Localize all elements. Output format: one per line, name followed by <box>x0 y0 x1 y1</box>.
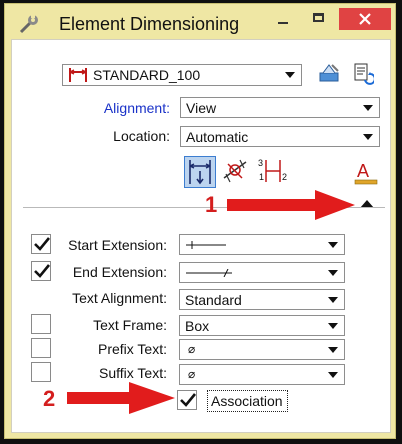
style-select-value: STANDARD_100 <box>93 67 201 83</box>
chevron-down-icon <box>363 134 373 140</box>
minimize-button[interactable] <box>267 8 299 30</box>
chevron-down-icon <box>328 347 338 353</box>
start-extension-label: Start Extension: <box>68 237 167 253</box>
prefix-text-value: ⌀ <box>188 342 196 356</box>
text-frame-value: Box <box>185 318 210 334</box>
svg-text:2: 2 <box>282 172 287 182</box>
association-checkbox[interactable] <box>177 390 197 410</box>
no-dimension-icon <box>223 159 247 183</box>
chevron-down-icon <box>363 105 373 111</box>
text-alignment-value: Standard <box>185 292 242 308</box>
location-label: Location: <box>52 128 170 144</box>
alignment-label: Alignment: <box>52 100 170 116</box>
text-alignment-label: Text Alignment: <box>72 290 167 306</box>
text-frame-label: Text Frame: <box>93 317 167 333</box>
svg-text:A: A <box>357 161 369 181</box>
extension-line-icon <box>186 241 226 249</box>
svg-text:1: 1 <box>259 172 264 182</box>
alignment-label-text: Alignment: <box>103 100 170 116</box>
chevron-down-icon <box>328 323 338 329</box>
close-button[interactable] <box>339 8 391 30</box>
end-extension-select[interactable] <box>179 262 345 283</box>
prefix-text-select[interactable]: ⌀ <box>179 339 345 360</box>
chevron-down-icon <box>285 72 295 78</box>
svg-text:3: 3 <box>258 158 263 168</box>
dimension-style-icon <box>69 68 87 82</box>
match-dimension-icon[interactable] <box>352 62 374 86</box>
annotation-arrow-2 <box>67 382 175 414</box>
dialog-window: Element Dimensioning STANDARD_100 Alignm… <box>4 3 396 439</box>
app-settings-icon <box>19 15 38 34</box>
extension-line-icon <box>186 269 232 277</box>
association-label[interactable]: Association <box>207 390 288 412</box>
chevron-down-icon <box>328 297 338 303</box>
style-select[interactable]: STANDARD_100 <box>62 64 302 86</box>
suffix-text-value: ⌀ <box>188 367 196 381</box>
chevron-down-icon <box>328 372 338 378</box>
prefix-text-label: Prefix Text: <box>98 341 167 357</box>
suffix-text-label: Suffix Text: <box>99 365 167 381</box>
window-title: Element Dimensioning <box>59 14 240 34</box>
annotation-marker-2: 2 <box>43 386 56 411</box>
dimension-style-manager-icon[interactable] <box>317 62 341 84</box>
chevron-down-icon <box>328 270 338 276</box>
checkmark-icon <box>180 393 197 407</box>
alignment-select[interactable]: View <box>180 97 380 118</box>
location-label-text: Location: <box>113 128 170 144</box>
location-select-value: Automatic <box>186 129 249 145</box>
chevron-down-icon <box>328 242 338 248</box>
start-extension-select[interactable] <box>179 234 345 255</box>
text-alignment-select[interactable]: Standard <box>179 289 345 310</box>
location-select[interactable]: Automatic <box>180 126 380 147</box>
alignment-select-value: View <box>186 100 217 116</box>
suffix-text-select[interactable]: ⌀ <box>179 364 345 385</box>
dimension-type-diagonal-button[interactable] <box>220 156 252 188</box>
maximize-button[interactable] <box>303 8 335 30</box>
dimension-type-ordinate-button[interactable]: 3 1 2 <box>256 156 288 188</box>
dimension-type-linear-button[interactable] <box>184 156 216 188</box>
close-icon <box>359 13 371 25</box>
annotation-marker-1: 1 <box>205 192 218 217</box>
annotation-arrow-1 <box>227 190 355 220</box>
end-extension-label: End Extension: <box>72 264 167 280</box>
text-style-icon[interactable]: A <box>354 160 378 186</box>
linear-dimension-icon <box>189 160 211 185</box>
ordinate-dimension-icon: 3 1 2 <box>258 158 287 182</box>
text-frame-select[interactable]: Box <box>179 315 345 336</box>
